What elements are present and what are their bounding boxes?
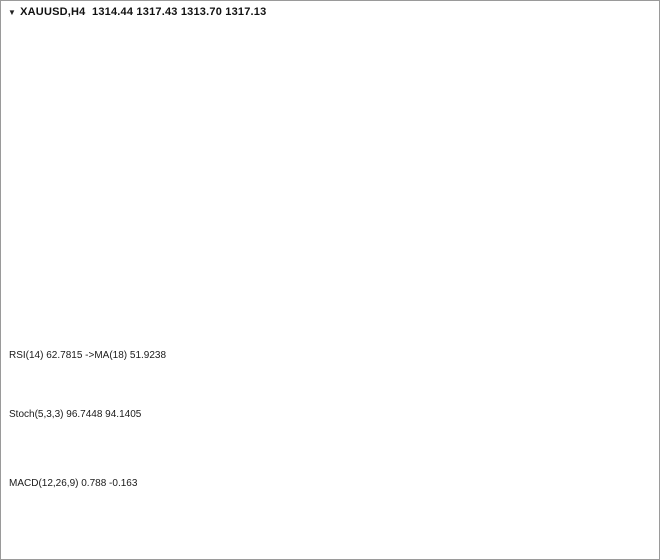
ohlc-values: 1314.44 1317.43 1313.70 1317.13 (92, 6, 267, 18)
rsi-indicator-label: RSI(14) 62.7815 ->MA(18) 51.9238 (9, 350, 167, 361)
chart-window: ▼ XAUUSD,H4 1314.44 1317.43 1313.70 1317.… (0, 0, 660, 560)
symbol-period-label: XAUUSD,H4 (20, 6, 86, 18)
stochastic-indicator-label: Stoch(5,3,3) 96.7448 94.1405 (9, 409, 142, 420)
chart-canvas[interactable] (1, 1, 659, 559)
macd-indicator-label: MACD(12,26,9) 0.788 -0.163 (9, 478, 138, 489)
symbol-dropdown-icon[interactable]: ▼ (8, 8, 16, 17)
chart-title: ▼ XAUUSD,H4 1314.44 1317.43 1313.70 1317.… (8, 6, 266, 18)
